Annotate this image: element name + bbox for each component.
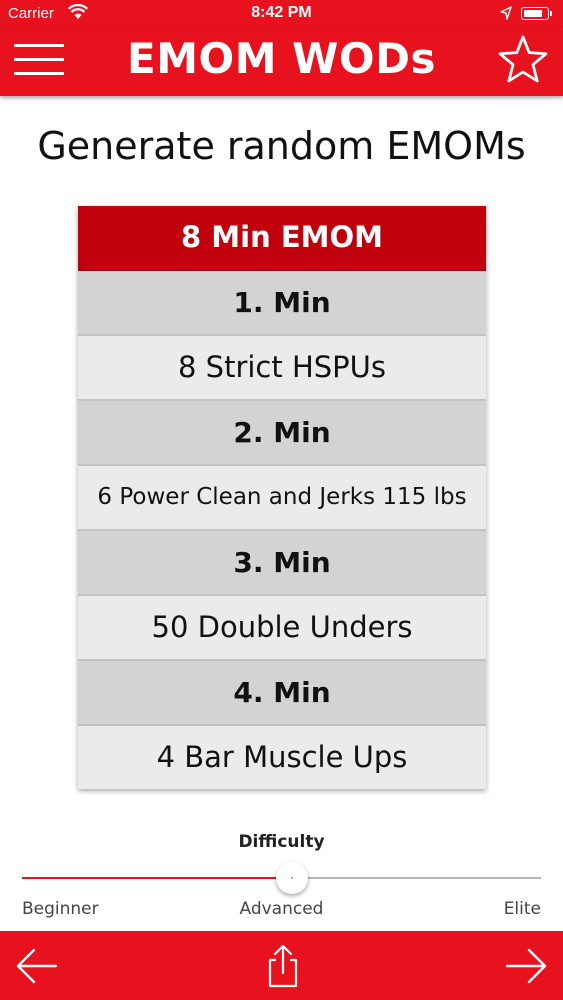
difficulty-slider[interactable] [22, 862, 541, 896]
workout-title: 8 Min EMOM [78, 206, 486, 271]
status-time: 8:42 PM [251, 4, 312, 21]
exercise-row: 6 Power Clean and Jerks 115 lbs [78, 466, 486, 531]
minute-row: 1. Min [78, 271, 486, 336]
level-advanced-label: Advanced [239, 899, 324, 919]
page-heading: Generate random EMOMs [37, 124, 526, 168]
status-bar: Carrier 8:42 PM [0, 0, 563, 28]
minute-row: 3. Min [78, 531, 486, 596]
difficulty-label: Difficulty [238, 832, 325, 852]
app-title: EMOM WODs [127, 34, 436, 83]
slider-track-fill [22, 877, 292, 879]
arrow-right-icon[interactable] [503, 943, 549, 989]
workout-table: 8 Min EMOM 1. Min 8 Strict HSPUs 2. Min … [78, 206, 486, 789]
exercise-row: 8 Strict HSPUs [78, 336, 486, 401]
battery-icon [521, 7, 549, 20]
nav-bar: EMOM WODs [0, 28, 563, 96]
location-arrow-icon [500, 6, 512, 20]
star-icon[interactable] [497, 34, 549, 86]
minute-row: 2. Min [78, 401, 486, 466]
slider-thumb[interactable] [275, 862, 308, 894]
exercise-row: 50 Double Unders [78, 596, 486, 661]
exercise-row: 4 Bar Muscle Ups [78, 726, 486, 789]
battery-cap [550, 11, 552, 16]
arrow-left-icon[interactable] [14, 943, 60, 989]
bottom-toolbar [0, 931, 563, 1000]
level-elite-label: Elite [503, 899, 541, 919]
share-icon[interactable] [260, 943, 306, 989]
minute-row: 4. Min [78, 661, 486, 726]
